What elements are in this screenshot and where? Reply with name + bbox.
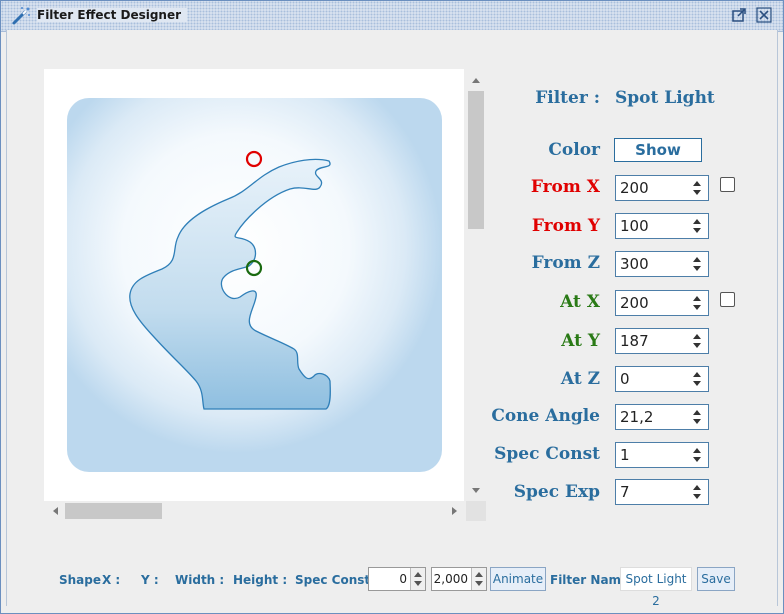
from-y-value: 100 <box>620 217 649 235</box>
cone-angle-value: 21,2 <box>620 408 654 426</box>
scroll-left-icon <box>53 507 58 515</box>
shape-width-label: Width : <box>175 573 225 587</box>
from-x-checkbox[interactable] <box>720 177 735 192</box>
scroll-corner <box>466 501 486 521</box>
spinner-arrows-icon[interactable] <box>692 408 702 426</box>
color-label: Color <box>548 140 600 160</box>
filter-type-value: Spot Light <box>615 88 715 108</box>
preview-canvas[interactable] <box>44 69 464 501</box>
spinner-arrows-icon[interactable] <box>692 217 702 235</box>
at-y-label: At Y <box>561 331 600 351</box>
magic-wand-icon <box>12 7 30 25</box>
bottom-spinner-2[interactable]: 2,000 <box>431 567 487 591</box>
from-z-label: From Z <box>531 253 600 273</box>
animate-button[interactable]: Animate <box>490 567 546 591</box>
spinner-arrows-icon[interactable] <box>692 370 702 388</box>
spinner-arrows-icon[interactable] <box>692 255 702 273</box>
at-x-value: 200 <box>620 294 649 312</box>
spinner-arrows-icon[interactable] <box>692 294 702 312</box>
scroll-up-icon <box>472 78 480 83</box>
bottom-spec-const-label: Spec Const <box>295 573 371 587</box>
shape-label: Shape <box>59 573 102 587</box>
close-icon[interactable] <box>756 7 772 23</box>
filter-name-label: Filter Name <box>550 573 630 587</box>
at-z-label: At Z <box>560 369 600 389</box>
at-y-spinner[interactable]: 187 <box>615 328 709 354</box>
bottom-spinner-1[interactable]: 0 <box>368 567 426 591</box>
spec-const-spinner[interactable]: 1 <box>615 442 709 468</box>
filter-label: Filter : <box>535 88 600 108</box>
spinner-updown-icon[interactable] <box>471 568 486 590</box>
cone-angle-spinner[interactable]: 21,2 <box>615 404 709 430</box>
at-x-spinner[interactable]: 200 <box>615 290 709 316</box>
from-x-value: 200 <box>620 179 649 197</box>
vertical-scrollbar[interactable] <box>466 69 486 501</box>
from-z-value: 300 <box>620 255 649 273</box>
cone-angle-label: Cone Angle <box>491 406 600 426</box>
window-title: Filter Effect Designer <box>37 8 188 22</box>
spotlight-background <box>67 98 442 472</box>
spotlight-preview <box>67 98 442 472</box>
spinner-updown-icon[interactable] <box>410 568 425 590</box>
title-bar[interactable]: Filter Effect Designer <box>1 1 783 32</box>
at-x-label: At X <box>560 292 600 312</box>
from-x-label: From X <box>530 177 600 197</box>
from-y-spinner[interactable]: 100 <box>615 213 709 239</box>
save-button[interactable]: Save <box>697 567 735 591</box>
from-y-label: From Y <box>531 216 600 236</box>
spinner-arrows-icon[interactable] <box>692 332 702 350</box>
at-z-value: 0 <box>620 370 630 388</box>
from-x-spinner[interactable]: 200 <box>615 175 709 201</box>
shape-y-label: Y : <box>141 573 159 587</box>
spinner-arrows-icon[interactable] <box>692 179 702 197</box>
from-z-spinner[interactable]: 300 <box>615 251 709 277</box>
color-show-button[interactable]: Show <box>614 138 702 162</box>
spec-const-value: 1 <box>620 446 630 464</box>
shape-x-label: X : <box>102 573 121 587</box>
bottom-spinner-2-value: 2,000 <box>433 572 468 586</box>
spec-exp-value: 7 <box>620 483 630 501</box>
scroll-right-icon <box>452 507 457 515</box>
spec-exp-label: Spec Exp <box>513 482 600 502</box>
horizontal-scroll-thumb <box>65 503 162 519</box>
at-x-checkbox[interactable] <box>720 292 735 307</box>
spinner-arrows-icon[interactable] <box>692 446 702 464</box>
bottom-spinner-1-value: 0 <box>399 572 407 586</box>
shape-height-label: Height : <box>233 573 288 587</box>
at-y-value: 187 <box>620 332 649 350</box>
filter-name-input[interactable]: Spot Light 2 <box>620 567 692 608</box>
at-z-spinner[interactable]: 0 <box>615 366 709 392</box>
spinner-arrows-icon[interactable] <box>692 483 702 501</box>
spec-exp-spinner[interactable]: 7 <box>615 479 709 505</box>
spec-const-label: Spec Const <box>494 444 600 464</box>
pop-out-icon[interactable] <box>731 7 747 23</box>
horizontal-scrollbar[interactable] <box>44 501 466 521</box>
vertical-scroll-thumb <box>468 91 484 229</box>
